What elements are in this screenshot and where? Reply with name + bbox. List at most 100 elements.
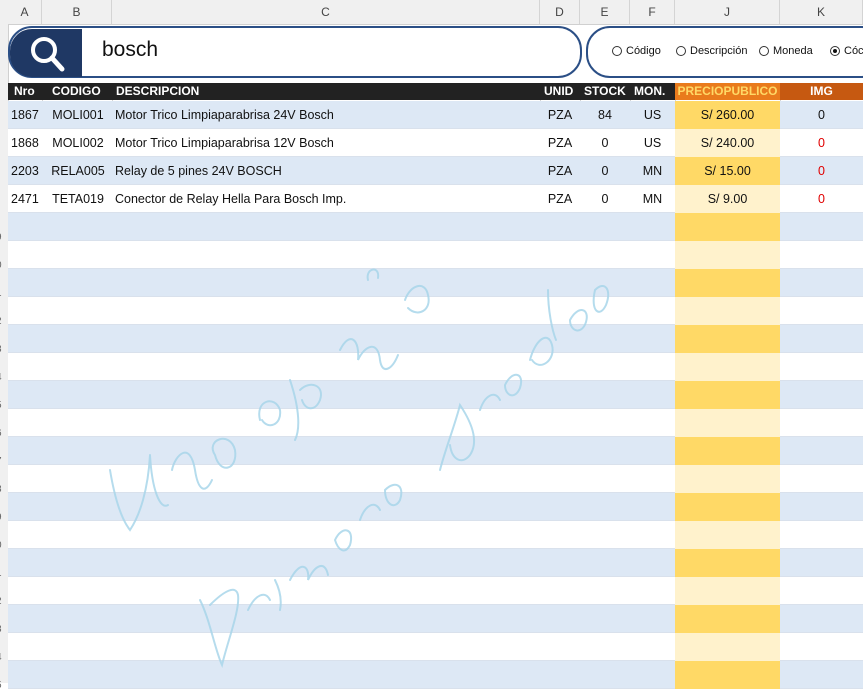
column-letter-j[interactable]: J	[675, 0, 780, 24]
table-row[interactable]	[8, 661, 863, 689]
radio-label: Cóc	[844, 45, 863, 57]
header-img: IMG	[780, 83, 863, 100]
cell-nro[interactable]: 2203	[11, 157, 41, 185]
row-number[interactable]: 3	[0, 344, 8, 355]
cell-unid[interactable]: PZA	[540, 129, 580, 157]
column-letter-e[interactable]: E	[580, 0, 630, 24]
row-number[interactable]: 1	[0, 288, 8, 299]
cell-descripcion[interactable]: Conector de Relay Hella Para Bosch Imp.	[115, 185, 540, 213]
table-row[interactable]	[8, 437, 863, 465]
search-input[interactable]: bosch	[102, 38, 158, 62]
radio-codigo-exacto[interactable]: Cóc	[830, 45, 863, 57]
cell-nro[interactable]: 2471	[11, 185, 41, 213]
row-number[interactable]: 5	[0, 400, 8, 411]
table-row[interactable]	[8, 577, 863, 605]
row-number[interactable]: 0	[0, 260, 8, 271]
table-row[interactable]	[8, 633, 863, 661]
price-cell-bg	[675, 297, 780, 325]
cell-precio[interactable]: S/ 240.00	[675, 129, 780, 157]
cell-stock[interactable]: 0	[580, 185, 630, 213]
table-row[interactable]: 1867 MOLI001 Motor Trico Limpiaparabrisa 2…	[8, 101, 863, 129]
cell-precio[interactable]: S/ 15.00	[675, 157, 780, 185]
cell-nro[interactable]: 1867	[11, 101, 41, 129]
cell-codigo[interactable]: MOLI001	[44, 101, 112, 129]
table-row[interactable]	[8, 521, 863, 549]
column-letter-d[interactable]: D	[540, 0, 580, 24]
cell-stock[interactable]: 84	[580, 101, 630, 129]
row-number[interactable]: 6	[0, 428, 8, 439]
search-button[interactable]	[10, 29, 82, 77]
cell-img[interactable]: 0	[780, 157, 863, 185]
radio-label: Descripción	[690, 45, 748, 57]
table-row[interactable]: 2471 TETA019 Conector de Relay Hella Para …	[8, 185, 863, 213]
price-cell-bg	[675, 661, 780, 689]
column-letter-b[interactable]: B	[42, 0, 112, 24]
table-row[interactable]	[8, 353, 863, 381]
table-row[interactable]: 1868 MOLI002 Motor Trico Limpiaparabrisa 1…	[8, 129, 863, 157]
radio-descripcion[interactable]: Descripción	[676, 45, 747, 57]
row-number[interactable]: 5	[0, 680, 8, 691]
header-descripcion: DESCRIPCION	[116, 84, 200, 98]
column-letter-k[interactable]: K	[780, 0, 863, 24]
row-number[interactable]: 1	[0, 568, 8, 579]
price-cell-bg	[675, 493, 780, 521]
table-row[interactable]	[8, 493, 863, 521]
cell-mon[interactable]: MN	[630, 185, 675, 213]
row-number[interactable]: 4	[0, 372, 8, 383]
row-number[interactable]: 9	[0, 232, 8, 243]
cell-descripcion[interactable]: Motor Trico Limpiaparabrisa 24V Bosch	[115, 101, 540, 129]
cell-precio[interactable]: S/ 260.00	[675, 101, 780, 129]
cell-unid[interactable]: PZA	[540, 101, 580, 129]
row-number[interactable]: 7	[0, 456, 8, 467]
cell-mon[interactable]: US	[630, 101, 675, 129]
cell-codigo[interactable]: RELA005	[44, 157, 112, 185]
cell-descripcion[interactable]: Relay de 5 pines 24V BOSCH	[115, 157, 540, 185]
table-row[interactable]	[8, 297, 863, 325]
radio-codigo[interactable]: Código	[612, 45, 661, 57]
cell-unid[interactable]: PZA	[540, 157, 580, 185]
cell-mon[interactable]: MN	[630, 157, 675, 185]
cell-img[interactable]: 0	[780, 185, 863, 213]
row-number[interactable]: 8	[0, 484, 8, 495]
table-row[interactable]	[8, 381, 863, 409]
cell-mon[interactable]: US	[630, 129, 675, 157]
cell-descripcion[interactable]: Motor Trico Limpiaparabrisa 12V Bosch	[115, 129, 540, 157]
price-cell-bg	[675, 549, 780, 577]
table-row[interactable]	[8, 325, 863, 353]
price-cell-bg	[675, 353, 780, 381]
header-mon: MON.	[634, 84, 666, 98]
cell-precio[interactable]: S/ 9.00	[675, 185, 780, 213]
cell-nro[interactable]: 1868	[11, 129, 41, 157]
row-number[interactable]: 2	[0, 596, 8, 607]
row-number[interactable]: 9	[0, 512, 8, 523]
column-letter-f[interactable]: F	[630, 0, 675, 24]
price-cell-bg	[675, 577, 780, 605]
column-letter-a[interactable]: A	[8, 0, 42, 24]
cell-img[interactable]: 0	[780, 101, 863, 129]
radio-circle	[612, 46, 622, 56]
cell-codigo[interactable]: MOLI002	[44, 129, 112, 157]
table-row[interactable]	[8, 241, 863, 269]
table-row[interactable]: 2203 RELA005 Relay de 5 pines 24V BOSCH PZA…	[8, 157, 863, 185]
table-row[interactable]	[8, 605, 863, 633]
cell-unid[interactable]: PZA	[540, 185, 580, 213]
cell-img[interactable]: 0	[780, 129, 863, 157]
cell-stock[interactable]: 0	[580, 157, 630, 185]
table-row[interactable]	[8, 269, 863, 297]
table-row[interactable]	[8, 465, 863, 493]
table-row[interactable]	[8, 549, 863, 577]
column-letter-c[interactable]: C	[112, 0, 540, 24]
column-header-bar: A B C D E F J K	[0, 0, 863, 25]
row-number[interactable]: 2	[0, 316, 8, 327]
price-cell-bg	[675, 269, 780, 297]
row-number[interactable]: 0	[0, 540, 8, 551]
radio-moneda[interactable]: Moneda	[759, 45, 813, 57]
table-row[interactable]	[8, 409, 863, 437]
price-cell-bg	[675, 381, 780, 409]
cell-codigo[interactable]: TETA019	[44, 185, 112, 213]
row-number[interactable]: 4	[0, 652, 8, 663]
cell-stock[interactable]: 0	[580, 129, 630, 157]
radio-circle	[676, 46, 686, 56]
row-number[interactable]: 3	[0, 624, 8, 635]
table-row[interactable]	[8, 213, 863, 241]
